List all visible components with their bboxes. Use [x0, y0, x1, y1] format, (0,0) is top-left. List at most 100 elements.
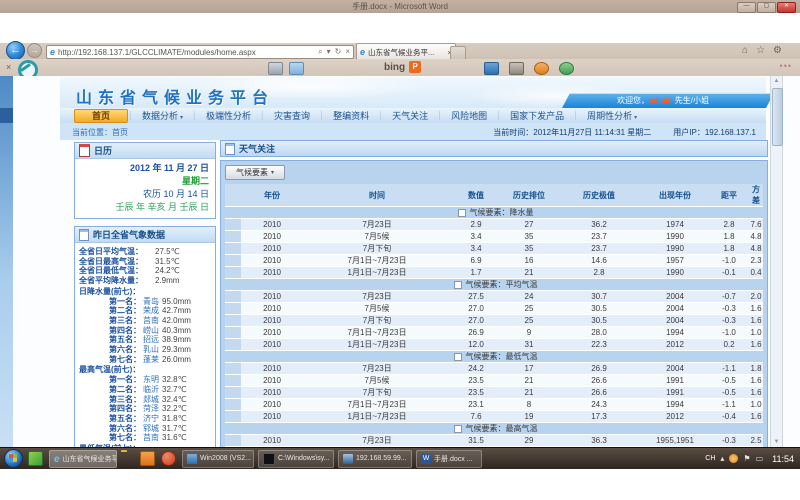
word-icon: W	[421, 454, 431, 464]
forward-button[interactable]: →	[27, 43, 42, 58]
action-center-flag-icon[interactable]: ⚑	[743, 454, 750, 463]
rank-label: 第五名：	[79, 335, 141, 345]
taskbar-clock[interactable]: 11:54	[772, 454, 794, 464]
back-button[interactable]: ←	[6, 41, 25, 60]
station-link[interactable]: 招远	[143, 335, 159, 345]
table-cell: 2.8	[709, 219, 749, 231]
table-cell: 27	[501, 219, 557, 231]
card-reader-icon[interactable]	[268, 62, 283, 75]
minimize-button[interactable]: —	[737, 2, 756, 13]
url-text[interactable]: http://192.168.137.1/GLCCLIMATE/modules/…	[58, 48, 318, 57]
scrollbar-thumb[interactable]	[772, 88, 783, 146]
browser-tab[interactable]: e 山东省气候业务平... ×	[356, 43, 456, 60]
table-cell: 1.6	[749, 315, 763, 327]
checkbox[interactable]	[454, 281, 462, 289]
gear-icon[interactable]: ⚙	[773, 45, 782, 56]
menu-item-label: 整编资料	[333, 111, 369, 121]
rank-label: 第七名：	[79, 433, 141, 443]
report-icon	[79, 229, 89, 241]
show-hidden-icons-caret[interactable]: ▴	[720, 454, 724, 463]
browser-scrollbar[interactable]: ▲ ▼	[770, 76, 783, 447]
new-tab-button[interactable]	[450, 46, 466, 60]
menu-item-4[interactable]: 整编资料	[324, 109, 378, 122]
station-link[interactable]: 乳山	[143, 345, 159, 355]
scroll-up-icon[interactable]: ▲	[771, 76, 782, 86]
camera-icon[interactable]	[484, 62, 499, 75]
row-gutter-cell	[225, 435, 241, 447]
stop-icon[interactable]: ×	[345, 47, 350, 57]
taskbar-window-button[interactable]: W手册.docx ...	[416, 450, 482, 468]
mail-icon[interactable]	[289, 62, 304, 75]
weather-focus-title: 天气关注	[239, 142, 275, 155]
station-link[interactable]: 郯城	[143, 395, 159, 405]
checkbox[interactable]	[458, 209, 466, 217]
panel-icon	[225, 143, 235, 155]
toolbar-close-icon[interactable]: ×	[6, 62, 11, 72]
dropdown-icon[interactable]: ▾	[327, 47, 331, 57]
menu-item-5[interactable]: 天气关注	[383, 109, 437, 122]
taskbar-window-button[interactable]: Win2008 (VS2...	[182, 450, 254, 468]
station-link[interactable]: 荣成	[143, 306, 159, 316]
bing-logo[interactable]: bing	[384, 62, 405, 73]
menu-item-1[interactable]: 数据分析▾	[133, 109, 192, 122]
cloud-tray-icon[interactable]	[729, 454, 738, 463]
start-button[interactable]	[4, 449, 23, 468]
scroll-down-icon[interactable]: ▼	[771, 437, 782, 447]
refresh-icon[interactable]: ↻	[335, 47, 342, 57]
red-app-icon[interactable]	[161, 451, 176, 466]
taskbar-window-button[interactable]: e山东省气候业务平...	[49, 450, 117, 468]
globe-icon[interactable]	[559, 62, 574, 75]
maximize-button[interactable]: ▢	[757, 2, 776, 13]
table-cell: -1.1	[709, 399, 749, 411]
row-gutter-cell	[225, 315, 241, 327]
station-link[interactable]: 临沂	[143, 385, 159, 395]
quicklaunch-app-icon[interactable]	[28, 451, 43, 466]
station-link[interactable]: 青岛	[143, 297, 159, 307]
rank-label: 第四名：	[79, 326, 141, 336]
taskbar-window-button[interactable]: 192.168.59.99...	[338, 450, 412, 468]
menu-item-home[interactable]: 首页	[74, 109, 128, 123]
wallet-icon[interactable]	[509, 62, 524, 75]
station-link[interactable]: 东明	[143, 375, 159, 385]
row-gutter-cell	[225, 267, 241, 279]
taskbar-window-title: 山东省气候业务平...	[63, 454, 117, 464]
climate-element-button[interactable]: 气候要素 ▾	[225, 165, 285, 180]
station-link[interactable]: 蓬莱	[143, 355, 159, 365]
language-indicator[interactable]: CH	[705, 455, 715, 462]
table-cell: 3.4	[451, 231, 501, 243]
station-link[interactable]: 莒南	[143, 433, 159, 443]
checkbox[interactable]	[454, 353, 462, 361]
menu-item-2[interactable]: 极端性分析	[197, 109, 260, 122]
station-link[interactable]: 莒南	[143, 316, 159, 326]
column-header: 方差	[749, 184, 763, 207]
menu-item-6[interactable]: 风险地图	[442, 109, 496, 122]
rank-row: 第五名：济宁31.8℃	[79, 414, 213, 424]
taskbar-window-button[interactable]: C:\Windows\sy...	[258, 450, 334, 468]
station-link[interactable]: 郓城	[143, 424, 159, 434]
close-button[interactable]: ✕	[777, 2, 796, 13]
section-title: 气候要素：最低气温	[466, 352, 538, 361]
rank-value: 31.7℃	[162, 424, 187, 434]
home-icon[interactable]: ⌂	[742, 45, 748, 56]
network-icon[interactable]: ▭	[756, 454, 764, 463]
checkbox[interactable]	[454, 425, 462, 433]
address-bar[interactable]: e http://192.168.137.1/GLCCLIMATE/module…	[46, 45, 354, 59]
table-cell: 27.5	[451, 291, 501, 303]
more-icon[interactable]: •••	[780, 61, 792, 71]
table-cell: 30.5	[557, 303, 641, 315]
bing-badge-icon[interactable]: P	[409, 61, 421, 73]
folder-icon[interactable]	[121, 452, 134, 465]
menu-item-3[interactable]: 灾害查询	[265, 109, 319, 122]
menu-item-7[interactable]: 国家下发产品	[501, 109, 573, 122]
search-icon[interactable]: ⌕	[318, 47, 322, 57]
station-link[interactable]: 崂山	[143, 326, 159, 336]
menu-item-8[interactable]: 周期性分析▾	[578, 109, 646, 122]
favorites-star-icon[interactable]: ☆	[756, 45, 765, 56]
rank-value: 32.8℃	[162, 375, 187, 385]
station-link[interactable]: 济宁	[143, 414, 159, 424]
station-link[interactable]: 菏泽	[143, 404, 159, 414]
tab-title[interactable]: 山东省气候业务平...	[368, 47, 445, 58]
paw-icon[interactable]	[534, 62, 549, 75]
orange-app-icon[interactable]	[140, 451, 155, 466]
table-row: 20101月1日~7月23日7.61917.32012-0.41.6	[225, 411, 763, 423]
